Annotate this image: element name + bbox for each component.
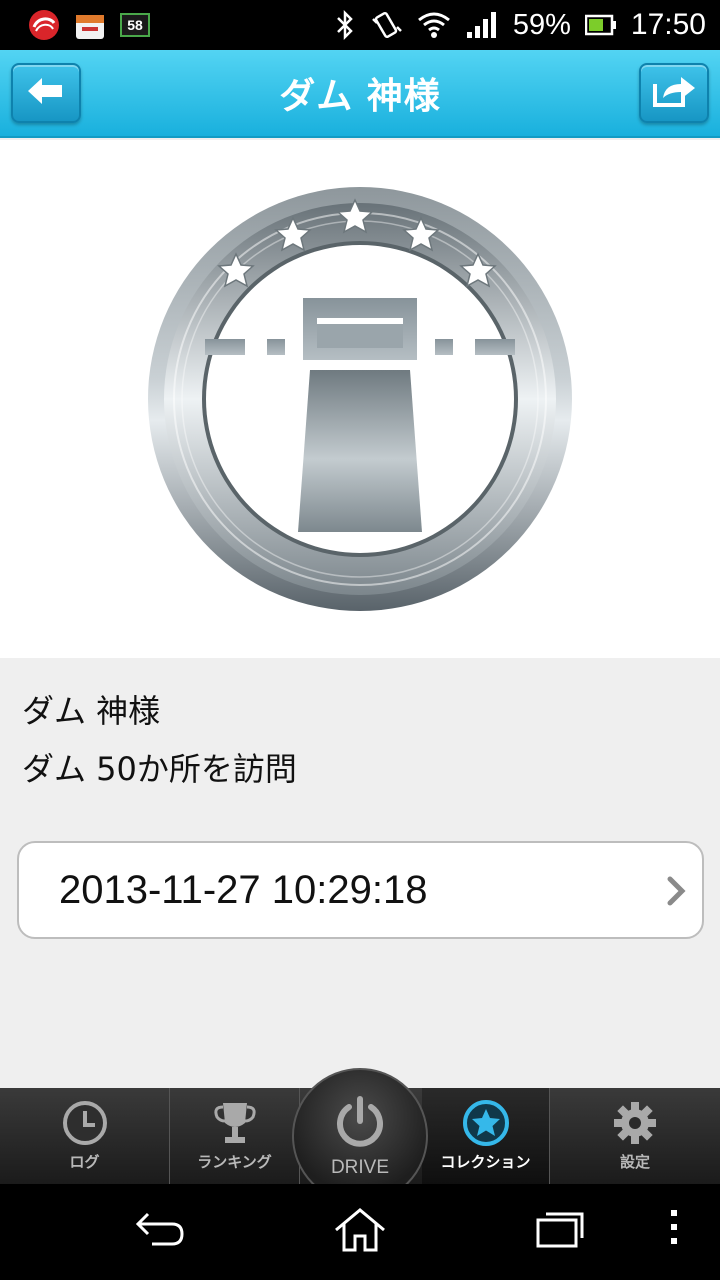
collection-title: ダム 神様 <box>22 692 161 730</box>
tab-collection[interactable]: コレクション <box>422 1088 550 1184</box>
market-icon <box>74 9 106 41</box>
clock-icon <box>61 1099 109 1147</box>
screen: 58 59% 17:50 ダム 神様 ダム 神様 ダム 50か所を訪問 2013… <box>0 0 720 1280</box>
battery-icon <box>584 14 617 36</box>
nav-menu-button[interactable] <box>666 1206 682 1254</box>
app-header: ダム 神様 <box>0 50 720 138</box>
battery-percent: 59% <box>512 8 571 41</box>
counter-58-icon: 58 <box>120 13 150 37</box>
tab-label: ランキング <box>197 1153 272 1171</box>
tab-settings[interactable]: 設定 <box>550 1088 720 1184</box>
chevron-right-icon <box>666 875 688 911</box>
tab-label: コレクション <box>440 1153 531 1171</box>
dam-medal-icon <box>148 187 572 611</box>
signal-icon <box>465 10 499 40</box>
wifi-icon <box>417 10 451 40</box>
tab-label: ログ <box>69 1153 100 1171</box>
back-button[interactable] <box>11 63 81 123</box>
nav-back-icon <box>132 1206 188 1254</box>
bluetooth-icon <box>335 9 355 41</box>
nav-home-button[interactable] <box>332 1206 388 1258</box>
back-arrow-icon <box>26 76 66 110</box>
home-icon <box>332 1206 388 1258</box>
clock-time: 17:50 <box>630 8 706 41</box>
nav-recents-button[interactable] <box>532 1206 588 1254</box>
tab-label: 設定 <box>619 1153 650 1171</box>
nav-back-button[interactable] <box>132 1206 188 1254</box>
history-item[interactable]: 2013-11-27 10:29:18 <box>17 841 704 939</box>
history-datetime: 2013-11-27 10:29:18 <box>59 867 428 912</box>
collection-description: ダム 50か所を訪問 <box>22 750 297 788</box>
power-icon <box>332 1093 388 1153</box>
vibrate-icon <box>369 9 403 41</box>
page-title: ダム 神様 <box>279 76 441 117</box>
gear-icon <box>611 1099 659 1147</box>
tab-log[interactable]: ログ <box>0 1088 170 1184</box>
trophy-icon <box>211 1099 259 1147</box>
star-circle-icon <box>462 1099 510 1147</box>
overflow-menu-icon <box>666 1206 682 1254</box>
system-nav-bar <box>0 1184 720 1280</box>
recents-icon <box>532 1206 588 1254</box>
share-icon <box>651 74 697 112</box>
share-button[interactable] <box>639 63 709 123</box>
medal-area <box>0 140 720 658</box>
status-bar: 58 59% 17:50 <box>0 0 720 50</box>
drive-label: DRIVE <box>330 1157 390 1178</box>
tab-ranking[interactable]: ランキング <box>170 1088 300 1184</box>
trend-micro-icon <box>28 9 60 41</box>
